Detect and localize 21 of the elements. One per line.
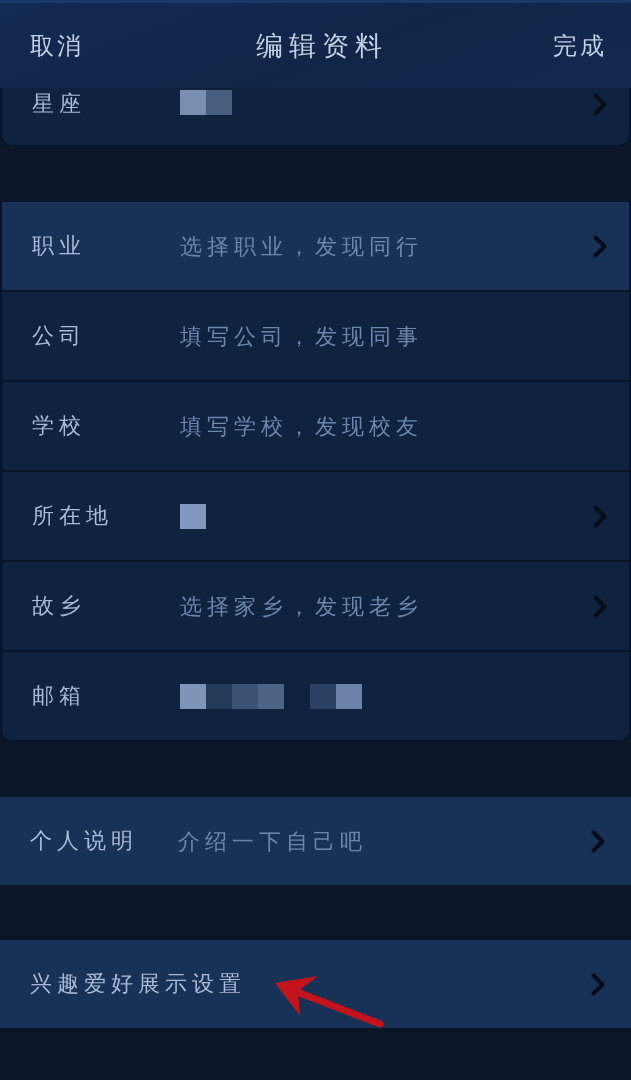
page-title: 编辑资料 [255, 28, 388, 63]
settings-row[interactable]: 个人说明 介绍一下自己吧 [0, 797, 631, 885]
row-label: 星座 [32, 90, 87, 118]
row-label: 邮箱 [32, 682, 87, 710]
row-label: 个人说明 [30, 827, 139, 855]
settings-row[interactable]: 职业 选择职业，发现同行 [2, 202, 629, 290]
cancel-button[interactable]: 取消 [30, 25, 84, 66]
row-label: 职业 [32, 232, 87, 260]
text-field[interactable]: 填写公司，发现同事 [180, 321, 607, 351]
row-label: 学校 [32, 412, 87, 440]
text-field[interactable]: 选择家乡，发现老乡 [180, 591, 593, 621]
settings-row[interactable]: 兴趣爱好展示设置 [0, 940, 631, 1028]
row-label: 所在地 [32, 502, 114, 530]
row-label: 公司 [32, 322, 87, 350]
text-field[interactable]: 介绍一下自己吧 [178, 826, 591, 856]
row-label: 兴趣爱好展示设置 [30, 970, 246, 998]
text-field[interactable]: 填写学校，发现校友 [180, 411, 607, 441]
settings-row[interactable]: 邮箱 [2, 650, 629, 740]
done-button[interactable]: 完成 [553, 25, 607, 66]
row-label: 故乡 [32, 592, 87, 620]
text-field[interactable]: 选择职业，发现同行 [180, 231, 593, 261]
